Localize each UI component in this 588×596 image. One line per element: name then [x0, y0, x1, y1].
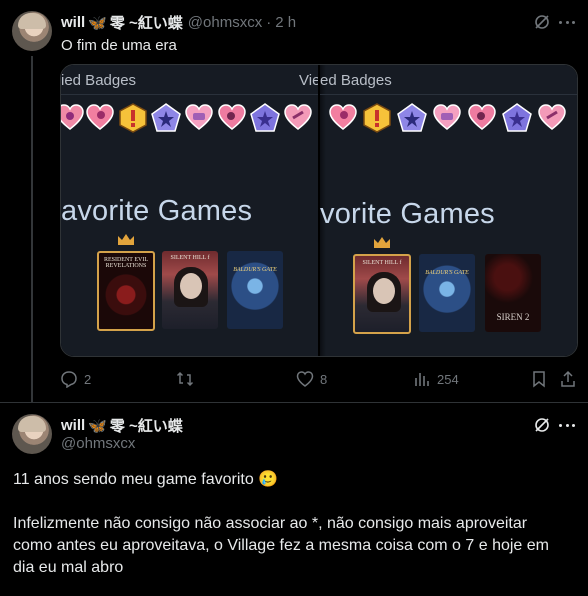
badges-heading: ed Badges: [320, 72, 392, 89]
reply-count: 2: [84, 371, 92, 387]
grok-icon[interactable]: [533, 13, 551, 31]
badge-row: [320, 103, 577, 135]
exclamation-badge-icon: [118, 103, 148, 133]
tweet-text: 11 anos sendo meu game favorito 🥲 Infeli…: [13, 469, 583, 579]
game-cover-silent-hill-f[interactable]: SILENT HILL f: [162, 251, 218, 329]
author-name-extra[interactable]: 零 ~紅い蝶: [110, 415, 183, 436]
avatar[interactable]: [12, 11, 52, 51]
crown-icon: [374, 237, 390, 248]
author-handle[interactable]: @ohmsxcx: [61, 435, 135, 452]
heart-badge-icon: [432, 103, 462, 133]
heart-badge-icon: [184, 103, 214, 133]
repost-icon: [176, 371, 194, 387]
tweet-text: O fim de uma era: [61, 37, 177, 54]
share-icon: [561, 370, 575, 387]
like-count: 8: [320, 371, 328, 387]
star-badge-icon: [151, 103, 181, 133]
thread-line: [31, 56, 33, 402]
heart-badge-icon: [61, 103, 85, 133]
share-button[interactable]: [559, 370, 577, 388]
heart-badge-icon: [283, 103, 313, 133]
tweet-paragraph-line: dia eu mal abro: [13, 559, 124, 576]
heart-icon: [296, 371, 314, 387]
avatar[interactable]: [12, 414, 52, 454]
reply-icon: [61, 371, 77, 388]
star-badge-icon: [250, 103, 280, 133]
heart-badge-icon: [85, 103, 115, 133]
game-cover-silent-hill-f[interactable]: SILENT HILL f: [353, 254, 411, 334]
game-cover-siren-2[interactable]: SIREN 2: [485, 254, 541, 332]
more-icon[interactable]: [558, 416, 576, 434]
timestamp[interactable]: 2 h: [275, 14, 296, 31]
heart-badge-icon: [537, 103, 567, 133]
tweet-paragraph-line: Infelizmente não consigo não associar ao…: [13, 515, 528, 532]
separator-dot: ·: [266, 14, 272, 31]
view-count: 254: [437, 371, 459, 387]
media-image-left[interactable]: ied Badges Vie avorite Games RESIDENT EV…: [61, 65, 318, 356]
divider: [61, 94, 318, 95]
game-cover-baldurs-gate[interactable]: BALDUR'S GATE: [227, 251, 283, 329]
tweet-actions: 2 8 254: [60, 370, 580, 390]
grok-icon[interactable]: [533, 416, 551, 434]
star-badge-icon: [502, 103, 532, 133]
tweet-2[interactable]: will 🦋 零 ~紅い蝶 @ohmsxcx 11 anos sendo meu…: [0, 403, 588, 596]
reply-button[interactable]: 2: [60, 370, 91, 388]
butterfly-icon: 🦋: [88, 417, 107, 435]
media-image-right[interactable]: ed Badges vorite Games SILENT HILL f BAL…: [320, 65, 577, 356]
badge-row: [61, 103, 318, 135]
tweet-1[interactable]: will 🦋 零 ~紅い蝶 @ohmsxcx · 2 h O fim de um…: [0, 0, 588, 402]
tweet-paragraph: 11 anos sendo meu game favorito 🥲: [13, 471, 279, 488]
divider: [320, 94, 577, 95]
badges-heading: ied Badges Vie: [61, 72, 318, 89]
crown-icon: [118, 234, 134, 245]
bookmark-icon: [533, 371, 545, 388]
tweet-media[interactable]: ied Badges Vie avorite Games RESIDENT EV…: [60, 64, 578, 357]
views-icon: [415, 373, 429, 386]
more-icon[interactable]: [558, 13, 576, 31]
game-cover-resident-evil[interactable]: RESIDENT EVIL REVELATIONS: [97, 251, 155, 331]
heart-badge-icon: [467, 103, 497, 133]
repost-button[interactable]: [176, 370, 200, 388]
game-cover-baldurs-gate[interactable]: BALDUR'S GATE: [419, 254, 475, 332]
exclamation-badge-icon: [362, 103, 392, 133]
author-handle[interactable]: @ohmsxcx: [188, 14, 262, 31]
author-name[interactable]: will: [61, 417, 85, 434]
author-name-extra[interactable]: 零 ~紅い蝶: [110, 12, 183, 33]
tweet-header: will 🦋 零 ~紅い蝶 @ohmsxcx · 2 h: [61, 12, 296, 33]
butterfly-icon: 🦋: [88, 14, 107, 32]
heart-badge-icon: [328, 103, 358, 133]
like-button[interactable]: 8: [296, 370, 327, 388]
heart-badge-icon: [217, 103, 247, 133]
author-name[interactable]: will: [61, 14, 85, 31]
bookmark-button[interactable]: [530, 370, 548, 388]
favorite-games-heading: avorite Games: [61, 195, 253, 227]
tweet-paragraph-line: como antes eu aproveitava, o Village fez…: [13, 537, 549, 554]
favorite-games-heading: vorite Games: [320, 198, 495, 230]
tweet-header: will 🦋 零 ~紅い蝶: [61, 415, 183, 436]
star-badge-icon: [397, 103, 427, 133]
views-button[interactable]: 254: [413, 370, 459, 388]
